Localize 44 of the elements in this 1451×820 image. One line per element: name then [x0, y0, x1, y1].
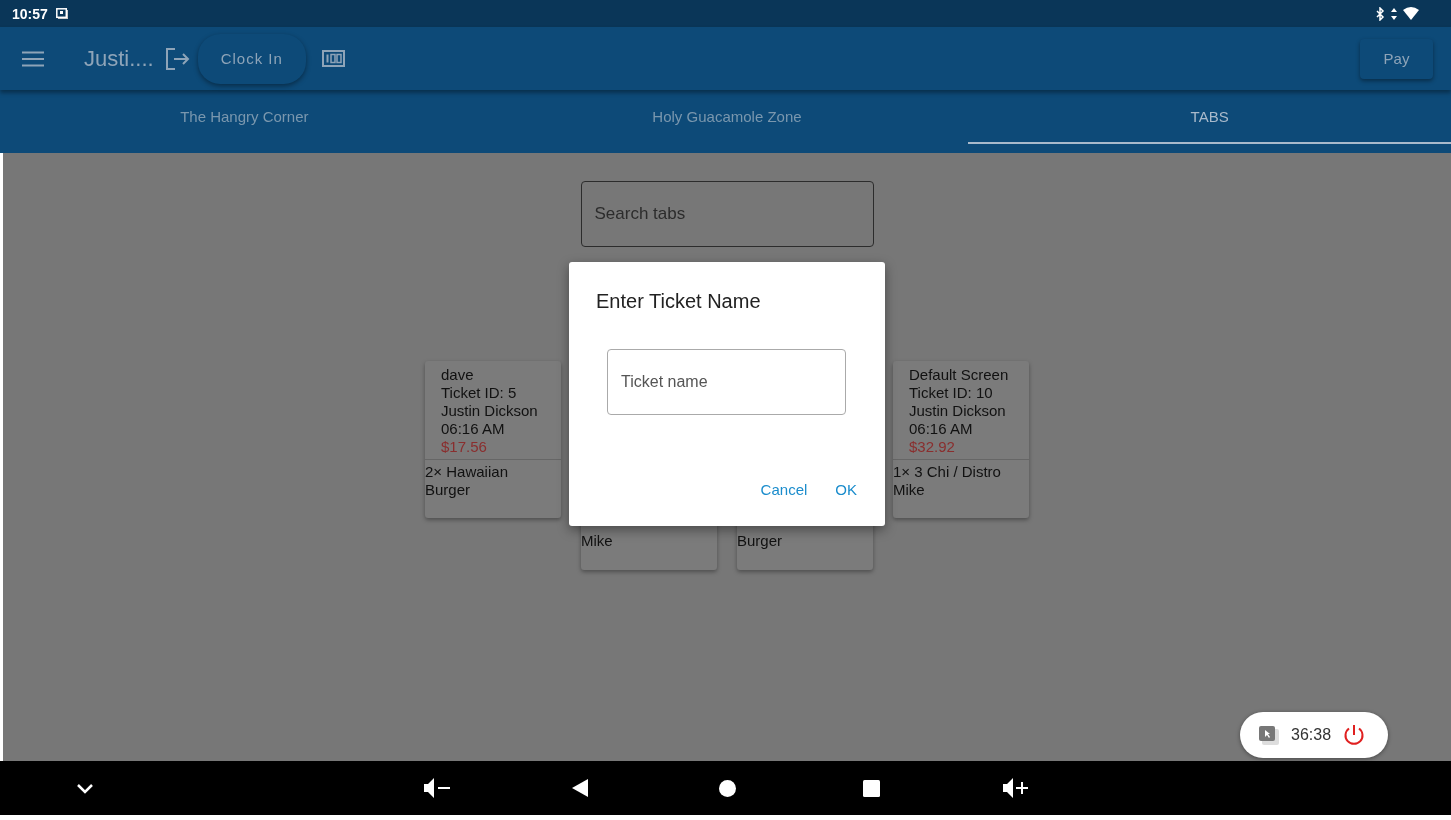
ticket-time: 06:16 AM	[909, 420, 973, 438]
server-name: Justin Dickson	[909, 402, 1006, 420]
ticket-items: Mike	[581, 532, 614, 551]
data-arrows-icon	[1391, 7, 1397, 20]
clock-in-button[interactable]: Clock In	[197, 33, 306, 84]
ticket-items: 2× Hawaiian Burger	[425, 462, 509, 499]
search-field[interactable]: Search tabs	[580, 181, 874, 247]
user-name: Justi....	[84, 45, 154, 72]
logout-icon[interactable]	[165, 47, 190, 70]
ticket-name-field[interactable]: Ticket name	[607, 349, 846, 415]
ticket-card[interactable]: Default Screen Ticket ID: 10 Justin Dickson 06:16 AM $32.92 1× 3 Chi / Distro Mike	[893, 361, 1029, 518]
ticket-time: 06:16 AM	[441, 420, 505, 438]
dialog-button[interactable]: Cancel	[750, 475, 818, 504]
volume-up-icon[interactable]	[1003, 778, 1031, 798]
ticket-items: Burger	[737, 532, 784, 551]
ticket-id: Ticket ID: 5	[441, 384, 517, 402]
cursor-icon[interactable]	[1259, 725, 1279, 745]
screenshot-icon	[55, 7, 69, 20]
tab[interactable]: TABS	[968, 90, 1451, 144]
counter-icon[interactable]	[321, 50, 345, 67]
chevron-down-icon[interactable]	[76, 782, 94, 794]
recents-icon[interactable]	[863, 779, 880, 797]
menu-icon[interactable]	[22, 50, 44, 67]
back-icon[interactable]	[572, 779, 588, 797]
clock-time: 10:57	[12, 5, 48, 22]
power-icon[interactable]	[1343, 724, 1366, 746]
ticket-name: Default Screen	[909, 366, 1009, 384]
recording-time: 36:38	[1291, 726, 1332, 744]
tab[interactable]: The Hangry Corner	[3, 90, 486, 144]
bluetooth-icon	[1376, 6, 1385, 21]
ticket-total: $17.56	[441, 438, 487, 456]
ticket-id: Ticket ID: 10	[909, 384, 993, 402]
ticket-items: 1× 3 Chi / Distro Mike	[893, 462, 1002, 499]
tab[interactable]: Holy Guacamole Zone	[485, 90, 969, 144]
server-name: Justin Dickson	[441, 402, 538, 420]
dialog-button[interactable]: OK	[825, 475, 867, 504]
dialog-title: Enter Ticket Name	[596, 290, 762, 313]
ticket-card[interactable]: dave Ticket ID: 5 Justin Dickson 06:16 AM $17.56 2× Hawaiian Burger	[425, 361, 561, 518]
wifi-icon	[1403, 7, 1419, 20]
pay-button[interactable]: Pay	[1360, 38, 1433, 79]
ticket-total: $32.92	[909, 438, 955, 456]
home-icon[interactable]	[719, 779, 736, 797]
volume-down-icon[interactable]	[424, 778, 452, 798]
ticket-name: dave	[441, 366, 474, 384]
